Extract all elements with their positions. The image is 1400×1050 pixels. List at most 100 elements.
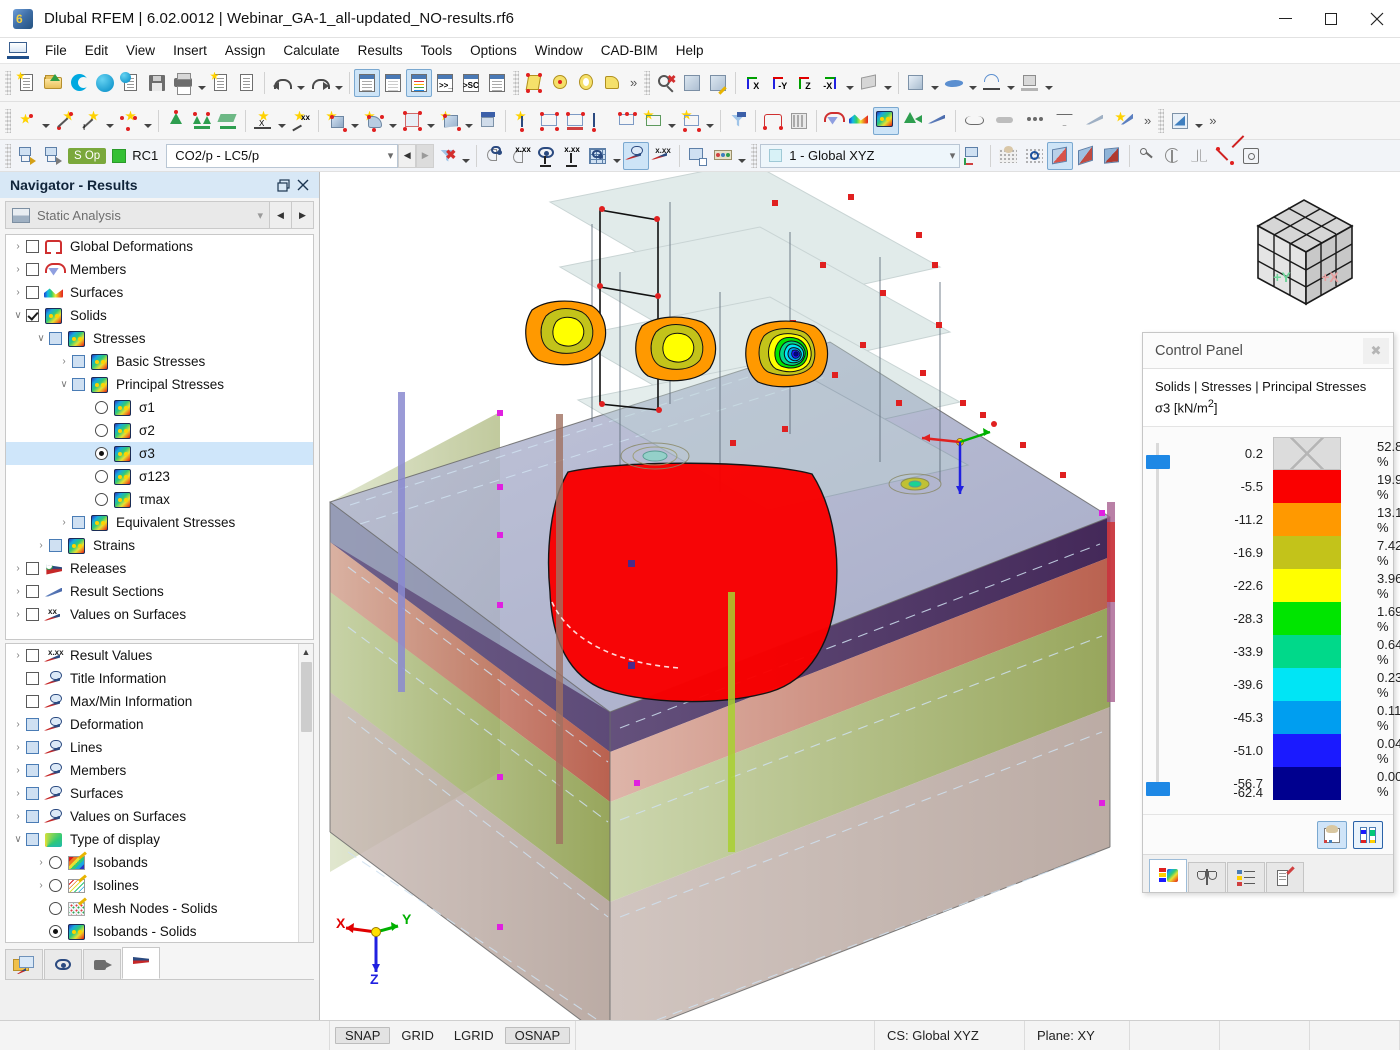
tree-row[interactable]: › Isobands - Solids [6,920,313,942]
result-diagram-icon[interactable] [684,142,710,170]
view-x-icon[interactable]: X [740,69,766,97]
console-icon[interactable]: >>_ [432,69,458,97]
tree-expander[interactable]: › [33,926,49,937]
results-table-icon[interactable] [406,68,432,97]
section-dropdown-arrow[interactable] [1193,107,1205,135]
tree-expander[interactable]: › [56,356,72,367]
calculate-dropdown-arrow[interactable] [736,142,748,170]
tree-checkbox[interactable] [26,649,39,662]
menu-window[interactable]: Window [526,40,592,61]
modeling-grip[interactable] [5,108,11,133]
surface-dropdown-arrow[interactable] [967,69,979,97]
minimize-button[interactable] [1262,0,1308,38]
loadcase-prev-button[interactable]: ◀ [398,143,417,168]
s-op-tag[interactable]: S Op [68,147,107,164]
filter-dropdown-arrow[interactable] [460,142,472,170]
visibility-navigator-tab[interactable] [44,949,82,979]
rotate-view-icon[interactable] [1160,142,1186,170]
menu-options[interactable]: Options [461,40,526,61]
tapered-load-icon[interactable] [1080,107,1110,135]
tree-row[interactable]: › Title Information [6,667,313,690]
tree-row[interactable]: › σ1 [6,396,313,419]
print-icon[interactable] [170,69,196,97]
measure-icon[interactable] [1134,142,1160,170]
polyline-dropdown-arrow[interactable] [142,107,154,135]
trapezoidal-load-icon[interactable] [1050,107,1080,135]
loadcase-next-button[interactable]: ▶ [416,143,435,168]
tree-row[interactable]: › Deformation [6,713,313,736]
modeling-overflow-chevron-2[interactable]: » [1205,113,1220,128]
cs-chevron-down-icon[interactable]: ▾ [944,149,956,162]
render-mode-icon[interactable] [856,69,882,97]
analysis-next-button[interactable]: ▶ [291,202,313,228]
tree-row[interactable]: › Mesh Nodes - Solids [6,896,313,920]
nodal-support-icon[interactable] [163,107,189,135]
tree-checkbox[interactable] [26,741,39,754]
structure-block-icon[interactable] [614,107,640,135]
solid-new-dropdown-arrow[interactable] [349,107,361,135]
import-icon[interactable] [118,69,144,97]
mirror-icon[interactable] [1186,142,1212,170]
cs-grip[interactable] [751,143,758,168]
chevron-down-icon[interactable]: ▾ [382,149,394,162]
display-properties-tab[interactable] [1266,862,1304,893]
tree-checkbox[interactable] [26,585,39,598]
tree-radio[interactable] [95,401,108,414]
menu-results[interactable]: Results [349,40,412,61]
solid-dropdown-arrow[interactable] [929,69,941,97]
point-loads-icon[interactable] [1020,107,1050,135]
new-polyline-icon[interactable] [116,107,142,135]
print-dropdown-arrow[interactable] [196,69,208,97]
tree-checkbox[interactable] [26,562,39,575]
deselect-all-icon[interactable]: ✖ [653,69,679,97]
frame-structure-2-icon[interactable] [562,107,588,135]
undo-dropdown-arrow[interactable] [295,69,307,97]
tree-checkbox[interactable] [26,810,39,823]
show-result-values-icon[interactable]: x.xx [649,142,675,170]
tree-radio[interactable] [95,470,108,483]
tree-expander[interactable]: › [10,742,26,753]
zoom-edit-icon[interactable] [705,69,731,97]
legend-color-band[interactable] [1273,470,1341,504]
support-view-icon[interactable] [1017,69,1043,97]
truss-icon[interactable] [588,107,614,135]
tree-expander[interactable]: › [10,241,26,252]
view-z-icon[interactable]: Z [792,69,818,97]
structure-block-2-icon[interactable] [640,107,666,135]
tree-row[interactable]: › Basic Stresses [6,350,313,373]
tree-expander[interactable]: › [79,494,95,505]
tree-expander[interactable]: › [79,402,95,413]
tree-expander[interactable]: › [10,650,26,661]
redo-icon[interactable] [307,69,333,97]
tree-row[interactable]: › Result Sections [6,580,313,603]
tree-row[interactable]: › σ3 [6,442,313,465]
tree-row[interactable]: › Members [6,759,313,782]
tree-expander[interactable]: › [10,586,26,597]
tree-expander[interactable]: › [10,696,26,707]
tree-checkbox[interactable] [26,240,39,253]
tree-expander[interactable]: › [79,471,95,482]
tree-row[interactable]: › Releases [6,557,313,580]
free-load-icon[interactable]: xx [288,107,314,135]
scroll-up-icon[interactable]: ▲ [299,644,314,660]
script-icon[interactable]: >SC [458,69,484,97]
results-navigator-tab[interactable] [122,947,160,979]
modeling-overflow-chevron[interactable]: » [1140,113,1155,128]
osnap-toggle[interactable]: OSNAP [504,1027,571,1044]
grid-dropdown-arrow[interactable] [611,142,623,170]
tree-row[interactable]: › Surfaces [6,782,313,805]
new-surface-icon[interactable] [437,107,463,135]
new-model-icon[interactable] [14,69,40,97]
deselect-objects-icon[interactable] [40,142,66,170]
close-button[interactable] [1354,0,1400,38]
tree-expander[interactable]: › [10,287,26,298]
surface-support-icon[interactable] [215,107,241,135]
scroll-thumb[interactable] [300,662,312,732]
tree-radio[interactable] [49,925,62,938]
maximize-button[interactable] [1308,0,1354,38]
select-objects-icon[interactable] [14,142,40,170]
tree-checkbox[interactable] [26,833,39,846]
menu-help[interactable]: Help [667,40,713,61]
structure-modify-dropdown-arrow[interactable] [704,107,716,135]
coordinate-system-combo[interactable]: 1 - Global XYZ ▾ [760,143,961,168]
